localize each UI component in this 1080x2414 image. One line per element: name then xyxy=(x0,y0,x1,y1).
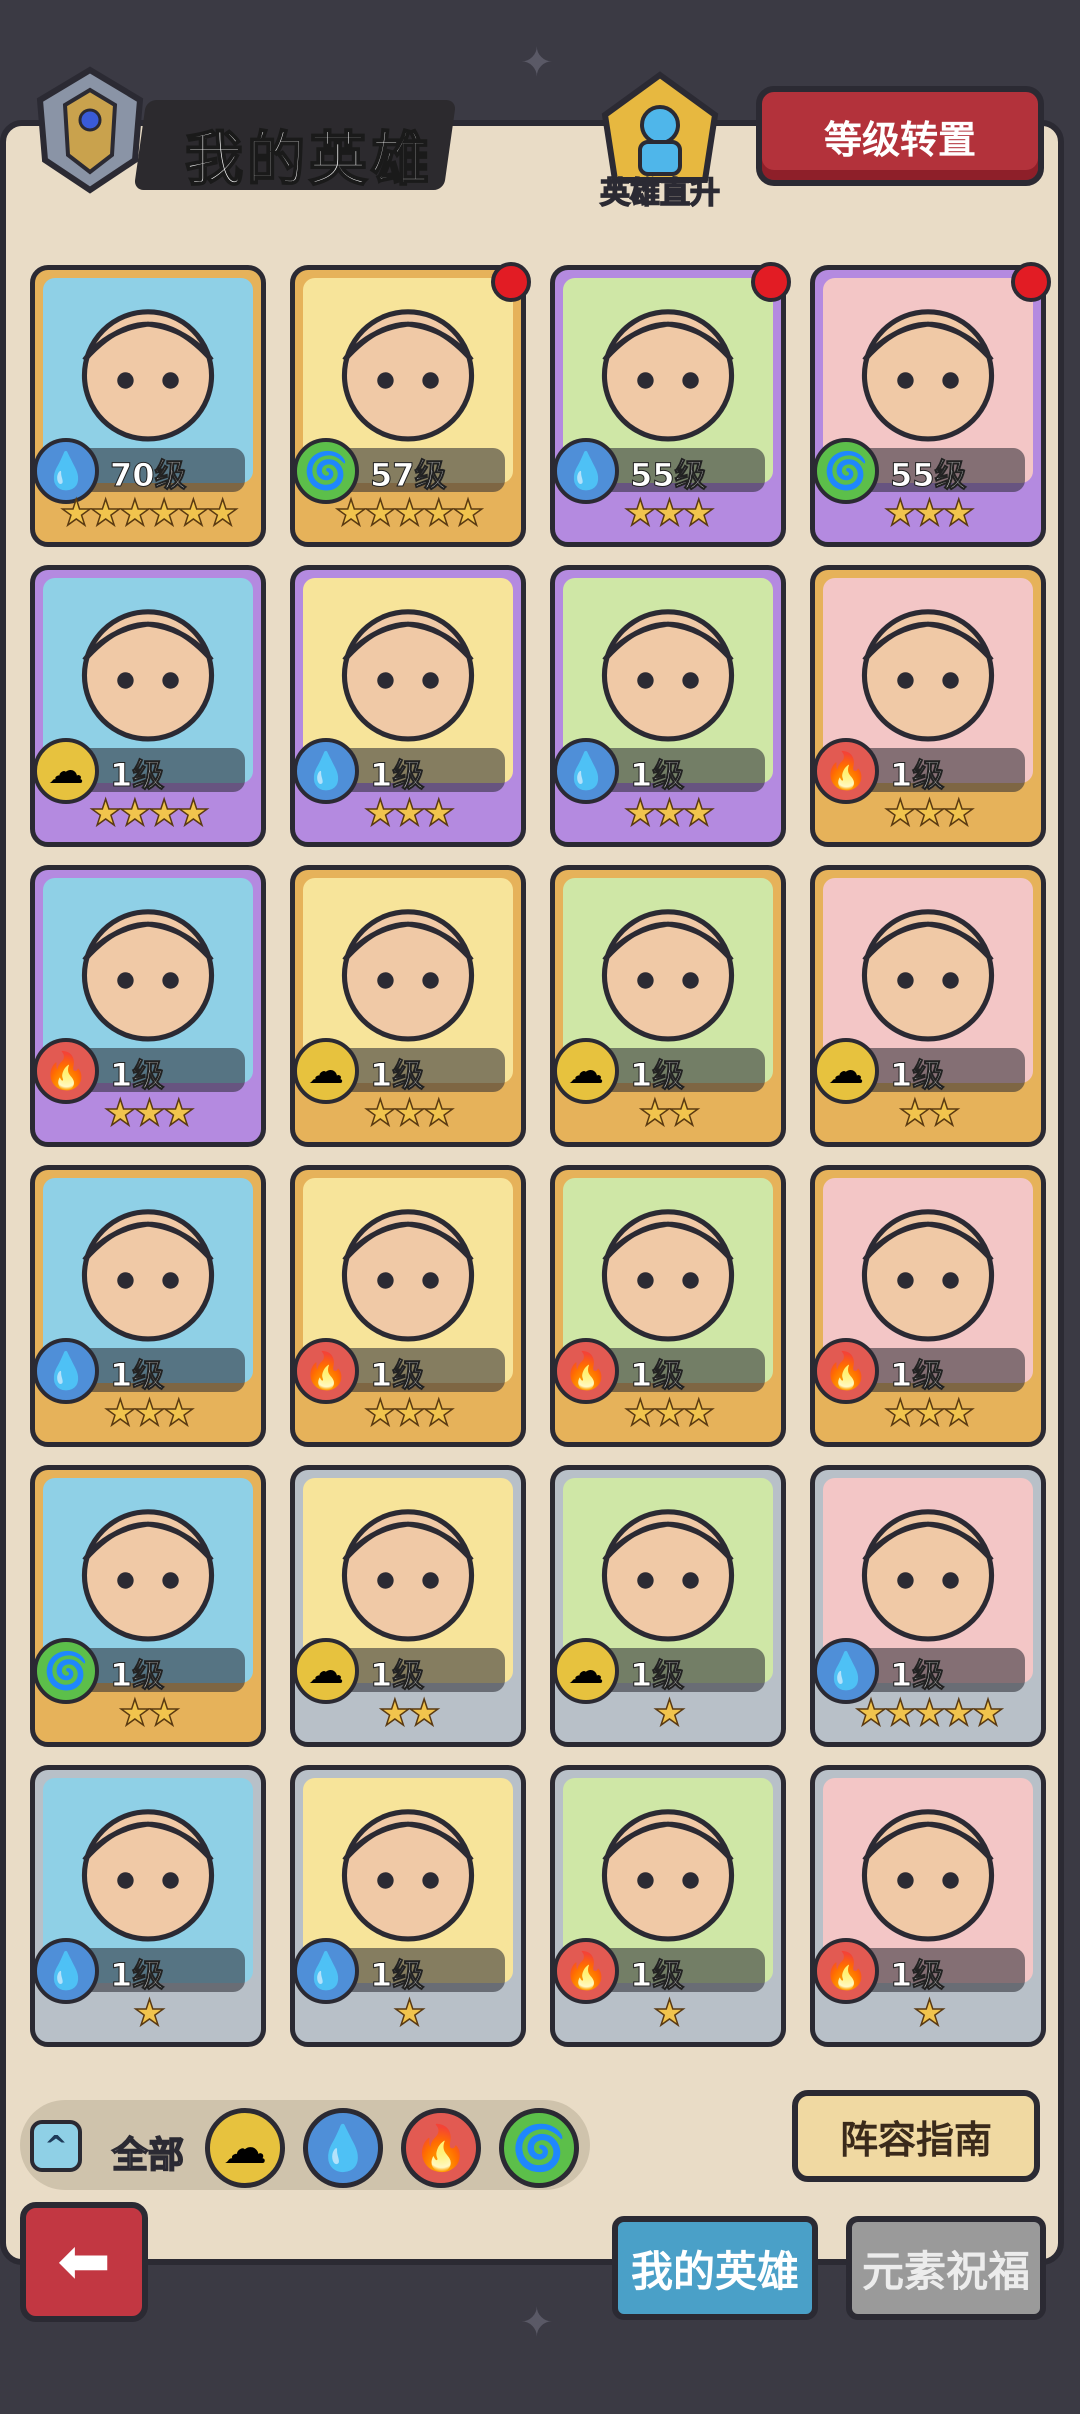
hero-stars: ★★★★★ xyxy=(334,493,485,535)
hero-card-footer: ★★★★★ xyxy=(815,1676,1041,1742)
hero-stars: ★★★ xyxy=(103,1093,195,1135)
hero-card-footer: ★★★ xyxy=(815,1376,1041,1442)
hero-card-footer: ★★★ xyxy=(295,1376,521,1442)
hero-stars: ★ xyxy=(653,1693,687,1735)
hero-stars: ★ xyxy=(393,1993,427,2035)
hero-card-footer: ★★ xyxy=(815,1076,1041,1142)
hero-card[interactable]: 1级 🔥 ★★★ xyxy=(810,1165,1046,1447)
level-reset-button[interactable]: 等级转置 xyxy=(756,86,1044,186)
hero-card-footer: ★★★★★ xyxy=(295,476,521,542)
hero-stars: ★★★ xyxy=(623,1393,715,1435)
hero-card[interactable]: 1级 💧 ★★★ xyxy=(30,1165,266,1447)
hero-card-footer: ★★★ xyxy=(295,776,521,842)
hero-card-footer: ★★★ xyxy=(555,476,781,542)
lineup-guide-button[interactable]: 阵容指南 xyxy=(792,2090,1040,2182)
tab-element-blessing[interactable]: 元素祝福 xyxy=(846,2216,1046,2320)
hero-card[interactable]: 1级 💧 ★ xyxy=(30,1765,266,2047)
hero-card[interactable]: 1级 💧 ★ xyxy=(290,1765,526,2047)
filter-all[interactable]: 全部 xyxy=(111,2126,185,2178)
hero-card[interactable]: 1级 🔥 ★ xyxy=(810,1765,1046,2047)
hero-card-footer: ★★ xyxy=(295,1676,521,1742)
hero-card-footer: ★★★ xyxy=(555,776,781,842)
hero-stars: ★★★ xyxy=(363,1093,455,1135)
hero-stars: ★★★ xyxy=(363,793,455,835)
hero-card-footer: ★★★ xyxy=(35,1376,261,1442)
notification-dot xyxy=(751,262,791,302)
hero-card[interactable]: 70级 💧 ★★★★★★ xyxy=(30,265,266,547)
tab-my-heroes[interactable]: 我的英雄 xyxy=(612,2216,818,2320)
hero-card-footer: ★ xyxy=(35,1976,261,2042)
hero-stars: ★★★ xyxy=(883,793,975,835)
hero-stars: ★★★ xyxy=(623,493,715,535)
hero-stars: ★ xyxy=(133,1993,167,2035)
collapse-up-button[interactable]: ^ xyxy=(30,2120,82,2172)
hero-stars: ★★★★★★ xyxy=(59,493,239,535)
hero-card-footer: ★★ xyxy=(35,1676,261,1742)
hero-card-footer: ★ xyxy=(815,1976,1041,2042)
hero-card[interactable]: 1级 💧 ★★★ xyxy=(290,565,526,847)
hero-stars: ★★ xyxy=(898,1093,961,1135)
hero-card-footer: ★ xyxy=(555,1676,781,1742)
hero-card[interactable]: 1级 💧 ★★★★★ xyxy=(810,1465,1046,1747)
hero-promote-label[interactable]: 英雄直升 xyxy=(585,168,735,212)
hero-card[interactable]: 1级 🔥 ★★★ xyxy=(550,1165,786,1447)
hero-card[interactable]: 1级 ☁ ★★ xyxy=(550,865,786,1147)
hero-card-footer: ★★★ xyxy=(815,776,1041,842)
hero-card[interactable]: 55级 🌀 ★★★ xyxy=(810,262,1051,547)
hero-card[interactable]: 57级 🌀 ★★★★★ xyxy=(290,262,531,547)
hero-card[interactable]: 1级 🔥 ★★★ xyxy=(30,865,266,1147)
filter-fire-icon[interactable]: 🔥 xyxy=(401,2108,481,2188)
hero-card-footer: ★★★ xyxy=(555,1376,781,1442)
hero-stars: ★★★ xyxy=(883,493,975,535)
hero-card-footer: ★★ xyxy=(555,1076,781,1142)
notification-dot xyxy=(491,262,531,302)
hero-card[interactable]: 1级 💧 ★★★ xyxy=(550,565,786,847)
hero-card[interactable]: 1级 ☁ ★★ xyxy=(290,1465,526,1747)
sparkle-decoration: ✦ xyxy=(520,2300,554,2346)
hero-card-footer: ★★★★★★ xyxy=(35,476,261,542)
hero-card[interactable]: 55级 💧 ★★★ xyxy=(550,262,791,547)
hero-card[interactable]: 1级 🔥 ★★★ xyxy=(290,1165,526,1447)
filter-earth-icon[interactable]: ☁ xyxy=(205,2108,285,2188)
hero-stars: ★★★ xyxy=(103,1393,195,1435)
hero-stars: ★ xyxy=(653,1993,687,2035)
hero-card-footer: ★ xyxy=(295,1976,521,2042)
hero-card-footer: ★★★ xyxy=(295,1076,521,1142)
page-title: 我的英雄 xyxy=(184,124,434,194)
hero-stars: ★★ xyxy=(378,1693,441,1735)
back-arrow-icon[interactable]: ⬅ xyxy=(20,2202,148,2322)
hero-stars: ★★★★ xyxy=(89,793,211,835)
filter-water-icon[interactable]: 💧 xyxy=(303,2108,383,2188)
hero-card-footer: ★★★★ xyxy=(35,776,261,842)
hero-card[interactable]: 1级 ☁ ★★★ xyxy=(290,865,526,1147)
hero-card[interactable]: 1级 ☁ ★★★★ xyxy=(30,565,266,847)
hero-stars: ★★ xyxy=(118,1693,181,1735)
hero-stars: ★★ xyxy=(638,1093,701,1135)
hero-stars: ★★★ xyxy=(623,793,715,835)
hero-card-footer: ★ xyxy=(555,1976,781,2042)
notification-dot xyxy=(1011,262,1051,302)
hero-card[interactable]: 1级 🔥 ★★★ xyxy=(810,565,1046,847)
hero-card[interactable]: 1级 ☁ ★★ xyxy=(810,865,1046,1147)
hero-stars: ★★★ xyxy=(883,1393,975,1435)
hero-stars: ★★★★★ xyxy=(854,1693,1005,1735)
hero-card[interactable]: 1级 🔥 ★ xyxy=(550,1765,786,2047)
hero-stars: ★ xyxy=(913,1993,947,2035)
hero-card-footer: ★★★ xyxy=(35,1076,261,1142)
hero-card[interactable]: 1级 ☁ ★ xyxy=(550,1465,786,1747)
hero-card-footer: ★★★ xyxy=(815,476,1041,542)
hero-stars: ★★★ xyxy=(363,1393,455,1435)
hero-card[interactable]: 1级 🌀 ★★ xyxy=(30,1465,266,1747)
filter-wind-icon[interactable]: 🌀 xyxy=(499,2108,579,2188)
